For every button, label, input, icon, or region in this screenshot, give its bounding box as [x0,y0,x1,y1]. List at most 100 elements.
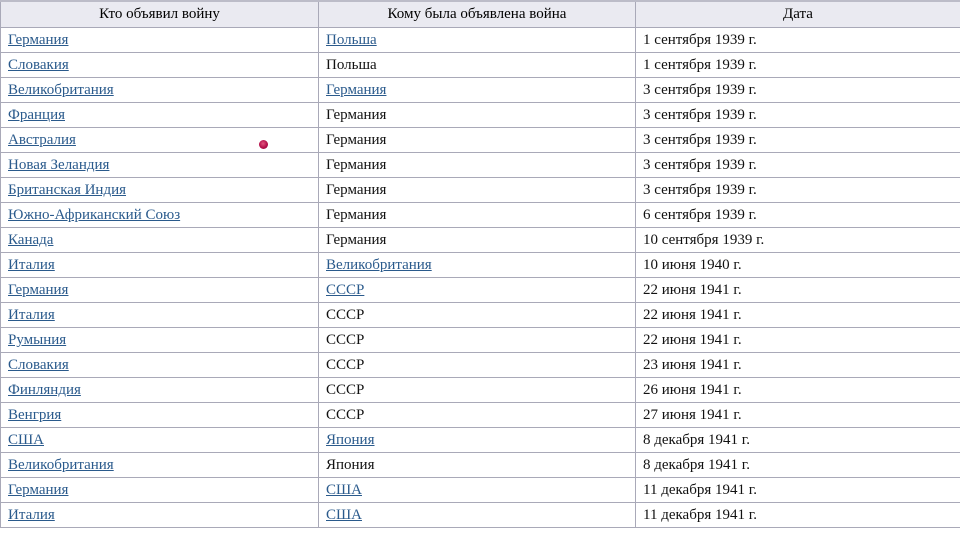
target-link[interactable]: США [326,482,362,498]
target-cell[interactable]: Япония [318,427,636,453]
declarer-link[interactable]: Финляндия [8,382,81,398]
table-row: Канада Германия 10 сентября 1939 г. [0,227,960,253]
declarer-link[interactable]: Германия [8,282,68,298]
column-header-date[interactable]: Дата [635,0,960,28]
declarer-link[interactable]: Франция [8,107,65,123]
date-text: 22 июня 1941 г. [643,332,742,348]
target-link[interactable]: СССР [326,282,364,298]
declarer-cell[interactable]: Австралия [0,127,319,153]
declarer-link[interactable]: США [8,432,44,448]
declarer-cell[interactable]: Италия [0,252,319,278]
table-row: Южно-Африканский Союз Германия 6 сентября … [0,202,960,228]
declarer-link[interactable]: Венгрия [8,407,61,423]
declarer-link[interactable]: Канада [8,232,53,248]
target-text: Польша [326,57,377,73]
declarations-of-war-table: Кто объявил войну Кому была объявлена во… [0,0,960,528]
target-cell: Германия [318,177,636,203]
declarer-cell[interactable]: США [0,427,319,453]
target-link[interactable]: Польша [326,32,377,48]
date-cell: 27 июня 1941 г. [635,402,960,428]
declarer-cell[interactable]: Великобритания [0,452,319,478]
declarer-cell[interactable]: Южно-Африканский Союз [0,202,319,228]
declarer-cell[interactable]: Германия [0,477,319,503]
column-header-declarer[interactable]: Кто объявил войну [0,0,319,28]
date-text: 23 июня 1941 г. [643,357,742,373]
table-row: Новая Зеландия Германия 3 сентября 1939 г. [0,152,960,178]
declarer-cell[interactable]: Канада [0,227,319,253]
target-cell[interactable]: Германия [318,77,636,103]
declarer-link[interactable]: Италия [8,307,55,323]
declarer-link[interactable]: Австралия [8,132,76,148]
declarer-cell[interactable]: Германия [0,27,319,53]
target-link[interactable]: Великобритания [326,257,432,273]
target-text: СССР [326,382,365,398]
date-text: 22 июня 1941 г. [643,307,742,323]
declarer-cell[interactable]: Словакия [0,52,319,78]
declarer-cell[interactable]: Италия [0,302,319,328]
date-cell: 22 июня 1941 г. [635,327,960,353]
date-text: 11 декабря 1941 г. [643,507,757,523]
table-row: Франция Германия 3 сентября 1939 г. [0,102,960,128]
target-text: Германия [326,132,387,148]
date-text: 27 июня 1941 г. [643,407,742,423]
date-cell: 26 июня 1941 г. [635,377,960,403]
declarer-link[interactable]: Новая Зеландия [8,157,109,173]
declarer-cell[interactable]: Румыния [0,327,319,353]
declarer-cell[interactable]: Словакия [0,352,319,378]
target-cell: Япония [318,452,636,478]
target-cell: СССР [318,327,636,353]
declarer-link[interactable]: Словакия [8,57,69,73]
declarer-link[interactable]: Великобритания [8,82,114,98]
target-text: СССР [326,357,365,373]
target-cell[interactable]: СССР [318,277,636,303]
date-cell: 3 сентября 1939 г. [635,102,960,128]
declarer-cell[interactable]: Великобритания [0,77,319,103]
date-cell: 23 июня 1941 г. [635,352,960,378]
declarer-link[interactable]: Италия [8,507,55,523]
declarer-link[interactable]: Германия [8,482,68,498]
column-header-target[interactable]: Кому была объявлена война [318,0,636,28]
target-link[interactable]: Германия [326,82,386,98]
declarer-link[interactable]: Румыния [8,332,66,348]
target-link[interactable]: Япония [326,432,375,448]
target-cell[interactable]: Польша [318,27,636,53]
declarer-cell[interactable]: Новая Зеландия [0,152,319,178]
declarer-link[interactable]: Южно-Африканский Союз [8,207,180,223]
declarer-link[interactable]: Британская Индия [8,182,126,198]
date-text: 1 сентября 1939 г. [643,57,757,73]
date-text: 10 июня 1940 г. [643,257,742,273]
table-header-row: Кто объявил войну Кому была объявлена во… [0,0,960,28]
target-text: Германия [326,157,387,173]
declarer-cell[interactable]: Франция [0,102,319,128]
declarer-link[interactable]: Великобритания [8,457,114,473]
date-cell: 22 июня 1941 г. [635,302,960,328]
table-row: Венгрия СССР 27 июня 1941 г. [0,402,960,428]
declarer-link[interactable]: Словакия [8,357,69,373]
target-cell[interactable]: США [318,477,636,503]
target-cell[interactable]: США [318,502,636,528]
declarer-link[interactable]: Италия [8,257,55,273]
declarer-cell[interactable]: Британская Индия [0,177,319,203]
date-cell: 1 сентября 1939 г. [635,52,960,78]
table-row: Финляндия СССР 26 июня 1941 г. [0,377,960,403]
declarer-cell[interactable]: Италия [0,502,319,528]
target-cell: СССР [318,352,636,378]
date-cell: 11 декабря 1941 г. [635,477,960,503]
declarer-cell[interactable]: Венгрия [0,402,319,428]
table-header: Кто объявил войну Кому была объявлена во… [0,0,960,28]
declarer-link[interactable]: Германия [8,32,68,48]
table-row: Австралия Германия 3 сентября 1939 г. [0,127,960,153]
date-text: 26 июня 1941 г. [643,382,742,398]
declarer-cell[interactable]: Финляндия [0,377,319,403]
table-body: Германия Польша 1 сентября 1939 г. Словакия… [0,27,960,528]
date-text: 10 сентября 1939 г. [643,232,765,248]
date-cell: 8 декабря 1941 г. [635,452,960,478]
target-cell[interactable]: Великобритания [318,252,636,278]
target-cell: Германия [318,202,636,228]
table-row: Германия США 11 декабря 1941 г. [0,477,960,503]
page-root: Кто объявил войну Кому была объявлена во… [0,0,960,540]
declarer-cell[interactable]: Германия [0,277,319,303]
date-text: 3 сентября 1939 г. [643,107,757,123]
target-link[interactable]: США [326,507,362,523]
target-text: Германия [326,182,387,198]
